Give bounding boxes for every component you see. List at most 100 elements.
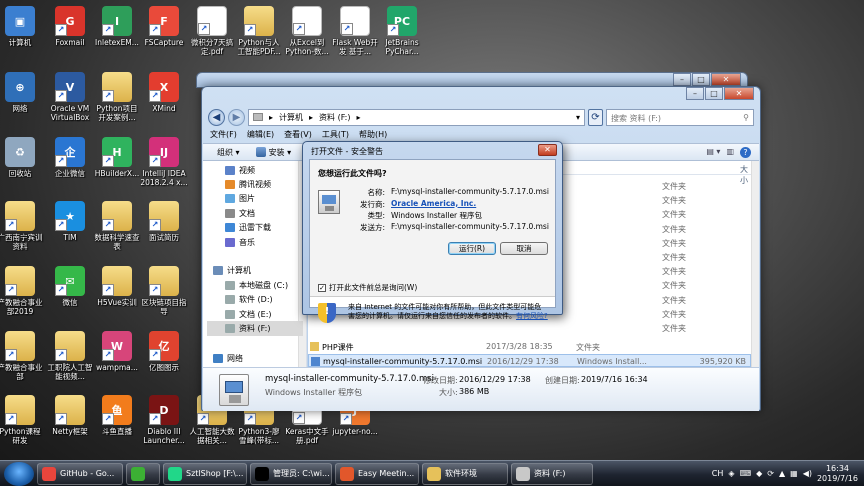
view-options-icon[interactable]: ▤ ▾	[706, 147, 720, 158]
tray-app-icon[interactable]: ◆	[756, 469, 762, 478]
nav-item[interactable]: 本地磁盘 (C:)	[225, 278, 288, 293]
clock[interactable]: 16:34 2019/7/16	[817, 464, 858, 484]
address-bar[interactable]: ▸ 计算机 ▸ 资料 (F:) ▸ ▾	[248, 108, 585, 126]
file-list-scrollbar[interactable]	[751, 161, 759, 367]
desktop-icon[interactable]: ✉ 微信	[46, 266, 94, 307]
tray-icon[interactable]: ◈	[728, 469, 734, 478]
search-input[interactable]: 搜索 资料 (F:) ⚲	[606, 108, 754, 126]
network-status-icon[interactable]: ▦	[790, 469, 798, 478]
nav-item[interactable]: 图片	[225, 191, 255, 206]
taskbar-item[interactable]: Easy Meetin...	[335, 462, 419, 485]
desktop-icon[interactable]: Python项目开发案例...	[93, 72, 141, 122]
desktop-icon[interactable]: ⊕ 网络	[0, 72, 44, 113]
desktop-icon[interactable]: 数据科学速查表	[93, 201, 141, 251]
run-button[interactable]: 运行(R)	[448, 242, 496, 255]
taskbar-item[interactable]: 软件环境	[422, 462, 508, 485]
desktop-icon[interactable]: ★ TIM	[46, 201, 94, 242]
column-size[interactable]: 大小	[740, 164, 751, 186]
publisher-link[interactable]: Oracle America, Inc.	[391, 199, 476, 210]
keyboard-icon[interactable]: ⌨	[740, 469, 752, 478]
desktop-icon[interactable]: PDF 微积分7天搞定.pdf	[188, 6, 236, 56]
volume-icon[interactable]: ◀)	[803, 469, 812, 478]
desktop-icon[interactable]: D Diablo III Launcher...	[140, 395, 188, 445]
nav-item[interactable]: 文档 (E:)	[225, 307, 272, 322]
nav-item[interactable]: 腾讯视频	[225, 177, 271, 192]
cancel-button[interactable]: 取消	[500, 242, 548, 255]
desktop-icon[interactable]: X XMind	[140, 72, 188, 113]
desktop-icon[interactable]: PC JetBrains PyChar...	[378, 6, 426, 56]
menu-file[interactable]: 文件(F)	[210, 129, 237, 140]
menu-tools[interactable]: 工具(T)	[322, 129, 349, 140]
minimize-icon[interactable]: –	[673, 73, 691, 86]
nav-item[interactable]: 视频	[225, 163, 255, 178]
desktop-icon[interactable]: 产教融合事业部	[0, 331, 44, 381]
desktop-icon[interactable]: I InletexEM...	[93, 6, 141, 47]
desktop-icon[interactable]: ♻ 回收站	[0, 137, 44, 178]
desktop-icon[interactable]: Python与人工智能PDF...	[235, 6, 283, 56]
desktop-icon[interactable]: 亿亿图图示	[140, 331, 188, 372]
back-icon[interactable]: ◀	[208, 108, 225, 126]
meeting-icon	[340, 466, 354, 481]
maximize-icon[interactable]: □	[692, 73, 710, 86]
desktop-icon[interactable]: 产教融合事业部2019	[0, 266, 44, 316]
desktop-icon[interactable]: H HBuilderX...	[93, 137, 141, 178]
desktop-icon[interactable]: 工职院人工智能视频...	[46, 331, 94, 381]
desktop-icon[interactable]: H5Vue实训	[93, 266, 141, 307]
organize-button[interactable]: 组织 ▾	[217, 147, 240, 158]
desktop-icon[interactable]: 区块链项目指导	[140, 266, 188, 316]
menu-view[interactable]: 查看(V)	[284, 129, 312, 140]
breadcrumb-drive[interactable]: 资料 (F:)	[319, 112, 350, 123]
nav-item[interactable]: 迅雷下载	[225, 220, 271, 235]
close-icon[interactable]: ✕	[711, 73, 741, 86]
desktop-icon[interactable]: G Foxmail	[46, 6, 94, 47]
nav-item[interactable]: 软件 (D:)	[225, 292, 273, 307]
desktop-icon[interactable]: Python课程研发	[0, 395, 44, 445]
desktop-icon[interactable]: V Oracle VM VirtualBox	[46, 72, 94, 122]
minimize-icon[interactable]: –	[686, 87, 704, 100]
address-dropdown-icon[interactable]: ▾	[576, 113, 584, 122]
nav-item[interactable]: 文档	[225, 206, 255, 221]
desktop-icon[interactable]: 面试简历	[140, 201, 188, 242]
refresh-icon[interactable]: ⟳	[588, 108, 603, 126]
file-row[interactable]: mysql-installer-community-5.7.17.0.msi 20…	[308, 353, 751, 367]
always-ask-option[interactable]: ✓ 打开此文件前总是询问(W)	[318, 282, 417, 293]
help-icon[interactable]: ?	[740, 146, 751, 158]
desktop-icon[interactable]: ≡ 从Excel到Python-数...	[283, 6, 331, 56]
desktop-icon[interactable]: 广西南宁宾训资料	[0, 201, 44, 251]
menu-help[interactable]: 帮助(H)	[359, 129, 387, 140]
file-row[interactable]: PHP课件 2017/3/28 18:35 文件夹	[308, 340, 751, 353]
close-icon[interactable]: ✕	[724, 87, 754, 100]
desktop-icon[interactable]: ≡ Flask Web开发 基于...	[331, 6, 379, 56]
desktop-icon[interactable]: IJ IntelliJ IDEA 2018.2.4 x...	[140, 137, 188, 187]
nav-item[interactable]: 计算机	[213, 263, 251, 278]
taskbar-item[interactable]: 管理员: C:\wi...	[250, 462, 332, 485]
desktop-icon[interactable]: Netty框架	[46, 395, 94, 436]
risk-link[interactable]: 有何风险?	[516, 312, 548, 320]
tray-expand-icon[interactable]: ▲	[779, 469, 785, 478]
desktop-icon[interactable]: F FSCapture	[140, 6, 188, 47]
forward-icon[interactable]: ▶	[228, 108, 245, 126]
dialog-close-button[interactable]: ✕	[538, 144, 557, 156]
nav-item[interactable]: 音乐	[225, 235, 255, 250]
start-button[interactable]	[4, 461, 34, 486]
details-type: Windows Installer 程序包	[265, 388, 363, 397]
nav-item[interactable]: 网络	[213, 351, 243, 366]
desktop-icon[interactable]: 企企业微信	[46, 137, 94, 178]
maximize-icon[interactable]: □	[705, 87, 723, 100]
taskbar-item[interactable]	[126, 462, 160, 485]
taskbar-item[interactable]: SztlShop [F:\...	[163, 462, 247, 485]
nav-item[interactable]: 资料 (F:)	[207, 321, 303, 336]
taskbar-item[interactable]: GitHub - Go...	[37, 462, 123, 485]
language-indicator[interactable]: CH	[712, 469, 724, 478]
desktop-icon-label: Python与人工智能PDF...	[237, 38, 281, 56]
taskbar-item[interactable]: 资料 (F:)	[511, 462, 593, 485]
desktop-icon[interactable]: Wwampma...	[93, 331, 141, 372]
always-ask-checkbox[interactable]: ✓	[318, 283, 326, 292]
desktop-icon[interactable]: ▣ 计算机	[0, 6, 44, 47]
sync-icon[interactable]: ⟳	[767, 469, 774, 478]
preview-pane-icon[interactable]: ▥	[726, 147, 734, 158]
desktop-icon[interactable]: 鱼斗鱼直播	[93, 395, 141, 436]
menu-edit[interactable]: 编辑(E)	[247, 129, 274, 140]
breadcrumb-computer[interactable]: 计算机	[279, 112, 303, 123]
install-button[interactable]: 安装 ▾	[255, 147, 291, 158]
